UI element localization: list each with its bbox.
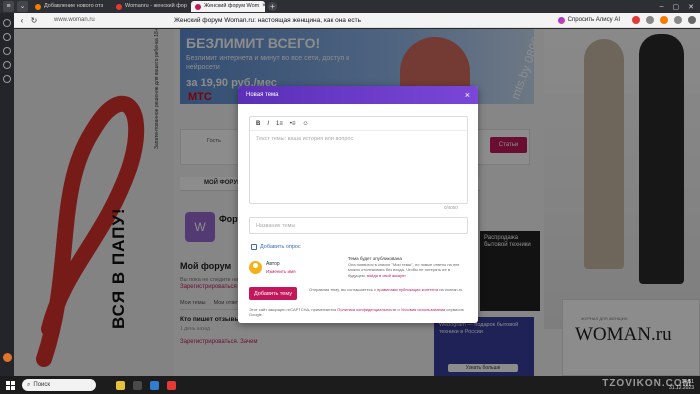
widgets-icon[interactable] — [116, 380, 125, 390]
privacy-policy-link[interactable]: Политика конфиденциальности — [337, 307, 396, 312]
modal-title: Новая тема — [246, 92, 279, 98]
profile-icon[interactable] — [688, 16, 696, 24]
taskbar-search[interactable]: ⌕ Поиск — [22, 379, 96, 391]
browser-menu-icon[interactable]: ≡ — [3, 1, 14, 12]
task-view-icon[interactable] — [133, 380, 142, 390]
back-icon[interactable]: ‹ — [16, 16, 28, 25]
rules-prefix: Отправляя тему, вы соглашаетесь с — [309, 287, 377, 292]
bold-button[interactable]: B — [256, 121, 260, 127]
sidebar-home-icon[interactable] — [3, 19, 11, 27]
close-icon[interactable]: × — [465, 90, 470, 100]
edge-icon[interactable] — [150, 380, 159, 390]
ask-alice-button[interactable]: Спросить Алису AI — [557, 16, 620, 24]
author-label: Автор — [266, 261, 280, 267]
browser-tab-active[interactable]: Женский форум Wom × — [191, 1, 265, 12]
anon-note-title: Тема будет опубликована — [348, 256, 402, 261]
download-icon[interactable] — [674, 16, 682, 24]
watermark-text: TZOVIKON.COM — [602, 378, 692, 389]
tab-label: Женский форум Wom — [204, 3, 260, 9]
close-window-icon[interactable]: ✕ — [688, 3, 694, 11]
recaptcha-note: Этот сайт защищен reCAPTCHA, применяются… — [249, 307, 468, 317]
editor-toolbar: B I 1≡ •≡ ☺ — [250, 117, 467, 131]
pinterest-icon[interactable] — [632, 16, 640, 24]
recaptcha-and: и — [397, 307, 400, 312]
bullet-list-button[interactable]: •≡ — [290, 121, 296, 127]
bookmark-icon[interactable] — [646, 16, 654, 24]
new-tab-button[interactable]: + — [268, 2, 277, 11]
change-name-link[interactable]: Изменить имя — [266, 269, 296, 274]
sidebar-chat-icon[interactable] — [3, 47, 11, 55]
sidebar-apps-icon[interactable] — [3, 61, 11, 69]
browser-tab-2[interactable]: Womanru - женский фор — [112, 1, 188, 12]
close-tab-icon[interactable]: × — [262, 1, 265, 12]
tabs-dropdown-icon[interactable]: ⌄ — [17, 1, 28, 12]
topic-title-input[interactable] — [249, 217, 468, 234]
browser-sidebar — [0, 13, 14, 376]
sidebar-play-icon[interactable] — [3, 33, 11, 41]
browser-tab-bar: ≡ ⌄ Добавление нового отз Womanru - женс… — [0, 0, 700, 13]
add-poll-button[interactable]: Добавить опрос — [251, 244, 301, 250]
taskbar-search-label: Поиск — [33, 382, 51, 388]
add-poll-label: Добавить опрос — [260, 244, 301, 250]
add-topic-button[interactable]: Добавить тему — [249, 287, 297, 300]
topic-editor[interactable]: B I 1≡ •≡ ☺ Текст темы: ваша история или… — [249, 116, 468, 204]
windows-taskbar: ⌕ Поиск 14:51 31.12.2023 — [0, 376, 700, 394]
extension-icon[interactable] — [660, 16, 668, 24]
tab-favicon-icon — [35, 3, 41, 10]
address-bar: ‹ ↻ www.woman.ru Женский форум Woman.ru:… — [0, 13, 700, 28]
reload-icon[interactable]: ↻ — [28, 16, 40, 25]
alice-icon — [557, 16, 565, 24]
tab-favicon-icon — [116, 3, 122, 10]
rules-suffix: на woman.ru — [439, 287, 463, 292]
author-block: Автор Изменить имя — [249, 261, 296, 274]
minimize-icon[interactable]: – — [660, 3, 664, 11]
ordered-list-button[interactable]: 1≡ — [276, 121, 283, 127]
ask-alice-label: Спросить Алису AI — [567, 17, 620, 23]
login-link[interactable]: войди в свой аккаунт — [367, 273, 406, 278]
search-icon: ⌕ — [27, 381, 31, 388]
editor-placeholder[interactable]: Текст темы: ваша история или вопрос — [250, 131, 467, 147]
emoji-button[interactable]: ☺ — [302, 121, 308, 127]
poll-icon — [251, 244, 257, 250]
char-counter: 0/4000 — [444, 205, 458, 210]
toolbar-extensions — [632, 16, 696, 24]
tab-label: Добавление нового отз — [44, 3, 104, 9]
url-domain[interactable]: www.woman.ru — [54, 17, 174, 23]
start-menu-icon[interactable] — [6, 380, 15, 390]
maximize-icon[interactable]: ▢ — [673, 3, 680, 11]
modal-header: Новая тема × — [238, 86, 478, 104]
rules-link[interactable]: правилами публикации контента — [377, 287, 438, 292]
new-topic-modal: Новая тема × B I 1≡ •≡ ☺ Текст темы: ваш… — [238, 86, 478, 323]
sidebar-history-icon[interactable] — [3, 75, 11, 83]
browser-tab-1[interactable]: Добавление нового отз — [31, 1, 109, 12]
terms-link[interactable]: Условия использования — [401, 307, 445, 312]
yandex-browser-icon[interactable] — [167, 380, 176, 390]
tab-favicon-icon — [195, 3, 201, 10]
tab-label: Womanru - женский фор — [125, 3, 187, 9]
sidebar-avatar[interactable] — [3, 353, 12, 362]
anonymous-note: Тема будет опубликована Она появится в с… — [348, 256, 468, 278]
author-avatar — [249, 261, 262, 274]
rules-note: Отправляя тему, вы соглашаетесь с правил… — [309, 287, 469, 293]
italic-button[interactable]: I — [267, 121, 269, 127]
window-controls: – ▢ ✕ — [660, 3, 694, 11]
url-page-title[interactable]: Женский форум Woman.ru: настоящая женщин… — [174, 17, 361, 24]
